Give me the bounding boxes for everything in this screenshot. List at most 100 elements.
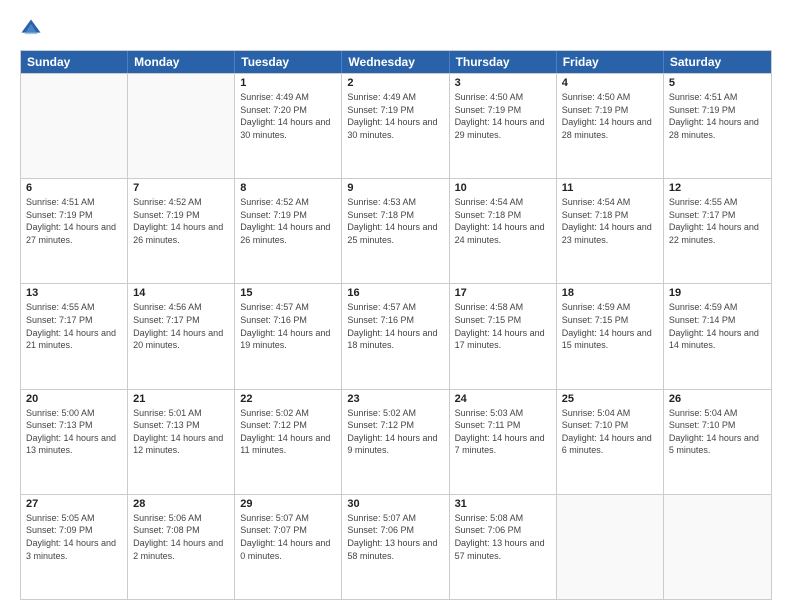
week-row-1: 1Sunrise: 4:49 AMSunset: 7:20 PMDaylight… [21,73,771,178]
sunset-text: Sunset: 7:15 PM [455,314,551,327]
header-day-tuesday: Tuesday [235,51,342,73]
day-cell-3: 3Sunrise: 4:50 AMSunset: 7:19 PMDaylight… [450,74,557,178]
sunset-text: Sunset: 7:19 PM [669,104,766,117]
day-number: 13 [26,287,122,299]
logo-icon [20,18,42,40]
sunset-text: Sunset: 7:19 PM [133,209,229,222]
sunset-text: Sunset: 7:11 PM [455,419,551,432]
day-number: 11 [562,182,658,194]
sunset-text: Sunset: 7:18 PM [455,209,551,222]
daylight-text: Daylight: 14 hours and 30 minutes. [240,116,336,141]
sunrise-text: Sunrise: 5:00 AM [26,407,122,420]
day-number: 27 [26,498,122,510]
day-cell-19: 19Sunrise: 4:59 AMSunset: 7:14 PMDayligh… [664,284,771,388]
sunrise-text: Sunrise: 5:07 AM [347,512,443,525]
sunrise-text: Sunrise: 4:54 AM [562,196,658,209]
empty-cell [21,74,128,178]
sunrise-text: Sunrise: 4:51 AM [669,91,766,104]
day-cell-30: 30Sunrise: 5:07 AMSunset: 7:06 PMDayligh… [342,495,449,599]
daylight-text: Daylight: 14 hours and 30 minutes. [347,116,443,141]
logo [20,18,46,40]
daylight-text: Daylight: 14 hours and 6 minutes. [562,432,658,457]
sunrise-text: Sunrise: 4:54 AM [455,196,551,209]
sunset-text: Sunset: 7:10 PM [562,419,658,432]
daylight-text: Daylight: 14 hours and 3 minutes. [26,537,122,562]
daylight-text: Daylight: 14 hours and 15 minutes. [562,327,658,352]
sunrise-text: Sunrise: 4:59 AM [562,301,658,314]
sunrise-text: Sunrise: 4:57 AM [240,301,336,314]
daylight-text: Daylight: 13 hours and 57 minutes. [455,537,551,562]
day-cell-26: 26Sunrise: 5:04 AMSunset: 7:10 PMDayligh… [664,390,771,494]
sunset-text: Sunset: 7:16 PM [240,314,336,327]
sunrise-text: Sunrise: 4:59 AM [669,301,766,314]
sunset-text: Sunset: 7:13 PM [26,419,122,432]
daylight-text: Daylight: 14 hours and 27 minutes. [26,221,122,246]
daylight-text: Daylight: 14 hours and 28 minutes. [562,116,658,141]
header-day-thursday: Thursday [450,51,557,73]
daylight-text: Daylight: 14 hours and 22 minutes. [669,221,766,246]
daylight-text: Daylight: 14 hours and 24 minutes. [455,221,551,246]
sunrise-text: Sunrise: 4:58 AM [455,301,551,314]
daylight-text: Daylight: 14 hours and 23 minutes. [562,221,658,246]
daylight-text: Daylight: 14 hours and 14 minutes. [669,327,766,352]
sunset-text: Sunset: 7:06 PM [347,524,443,537]
day-cell-21: 21Sunrise: 5:01 AMSunset: 7:13 PMDayligh… [128,390,235,494]
day-cell-16: 16Sunrise: 4:57 AMSunset: 7:16 PMDayligh… [342,284,449,388]
sunrise-text: Sunrise: 4:55 AM [26,301,122,314]
daylight-text: Daylight: 14 hours and 0 minutes. [240,537,336,562]
daylight-text: Daylight: 14 hours and 26 minutes. [133,221,229,246]
day-number: 24 [455,393,551,405]
day-number: 14 [133,287,229,299]
day-cell-6: 6Sunrise: 4:51 AMSunset: 7:19 PMDaylight… [21,179,128,283]
sunset-text: Sunset: 7:17 PM [669,209,766,222]
day-number: 26 [669,393,766,405]
calendar-body: 1Sunrise: 4:49 AMSunset: 7:20 PMDaylight… [21,73,771,599]
page: SundayMondayTuesdayWednesdayThursdayFrid… [0,0,792,612]
day-number: 15 [240,287,336,299]
sunrise-text: Sunrise: 5:02 AM [347,407,443,420]
sunset-text: Sunset: 7:19 PM [240,209,336,222]
day-cell-13: 13Sunrise: 4:55 AMSunset: 7:17 PMDayligh… [21,284,128,388]
day-cell-29: 29Sunrise: 5:07 AMSunset: 7:07 PMDayligh… [235,495,342,599]
day-cell-18: 18Sunrise: 4:59 AMSunset: 7:15 PMDayligh… [557,284,664,388]
daylight-text: Daylight: 13 hours and 58 minutes. [347,537,443,562]
sunset-text: Sunset: 7:13 PM [133,419,229,432]
sunrise-text: Sunrise: 4:50 AM [562,91,658,104]
daylight-text: Daylight: 14 hours and 2 minutes. [133,537,229,562]
sunrise-text: Sunrise: 4:52 AM [240,196,336,209]
sunset-text: Sunset: 7:19 PM [26,209,122,222]
sunset-text: Sunset: 7:08 PM [133,524,229,537]
day-cell-14: 14Sunrise: 4:56 AMSunset: 7:17 PMDayligh… [128,284,235,388]
sunset-text: Sunset: 7:10 PM [669,419,766,432]
week-row-3: 13 Sunrise: 4:55 AMSunset: 7:17 PM Dayligh… [21,283,771,388]
header [20,18,772,40]
sunrise-text: Sunrise: 5:04 AM [562,407,658,420]
day-number: 8 [240,182,336,194]
sunrise-text: Sunrise: 4:49 AM [347,91,443,104]
week-row-2: 6Sunrise: 4:51 AMSunset: 7:19 PMDaylight… [21,178,771,283]
day-number: 22 [240,393,336,405]
sunset-text: Sunset: 7:16 PM [347,314,443,327]
day-number: 31 [455,498,551,510]
day-cell-5: 5Sunrise: 4:51 AMSunset: 7:19 PMDaylight… [664,74,771,178]
header-day-friday: Friday [557,51,664,73]
sunset-text: Sunset: 7:09 PM [26,524,122,537]
sunset-text: Sunset: 7:19 PM [347,104,443,117]
header-day-sunday: Sunday [21,51,128,73]
daylight-text: Daylight: 14 hours and 7 minutes. [455,432,551,457]
day-cell-4: 4Sunrise: 4:50 AMSunset: 7:19 PMDaylight… [557,74,664,178]
day-cell-31: 31Sunrise: 5:08 AMSunset: 7:06 PMDayligh… [450,495,557,599]
day-cell-8: 8Sunrise: 4:52 AMSunset: 7:19 PMDaylight… [235,179,342,283]
sunrise-text: Sunrise: 4:51 AM [26,196,122,209]
day-number: 23 [347,393,443,405]
day-number: 4 [562,77,658,89]
header-day-wednesday: Wednesday [342,51,449,73]
day-number: 9 [347,182,443,194]
sunset-text: Sunset: 7:17 PM [26,314,122,327]
sunrise-text: Sunrise: 4:53 AM [347,196,443,209]
day-cell-20: 20Sunrise: 5:00 AMSunset: 7:13 PMDayligh… [21,390,128,494]
sunset-text: Sunset: 7:12 PM [240,419,336,432]
day-cell-1: 1Sunrise: 4:49 AMSunset: 7:20 PMDaylight… [235,74,342,178]
daylight-text: Daylight: 14 hours and 29 minutes. [455,116,551,141]
day-number: 1 [240,77,336,89]
